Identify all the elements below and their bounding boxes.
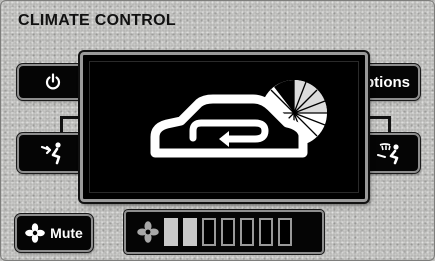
fan-speed-segment[interactable] — [183, 218, 197, 246]
airflow-driver-button[interactable] — [17, 133, 89, 173]
connector-left-vert — [60, 116, 63, 134]
mute-button-label: Mute — [50, 225, 83, 241]
fan-speed-segment[interactable] — [202, 218, 216, 246]
fan-speed-segment[interactable] — [259, 218, 273, 246]
power-button[interactable] — [17, 64, 89, 100]
fan-speed-bar[interactable] — [124, 210, 324, 254]
connector-left — [60, 116, 82, 119]
fan-speed-segment[interactable] — [221, 218, 235, 246]
page-title: CLIMATE CONTROL — [18, 12, 176, 29]
mute-button[interactable]: Mute — [15, 214, 93, 252]
fan-speed-segment[interactable] — [240, 218, 254, 246]
seated-airflow-icon — [40, 142, 61, 165]
fan-speed-segment[interactable] — [164, 218, 178, 246]
defrost-seated-icon — [377, 143, 399, 165]
connector-right-vert — [388, 116, 391, 134]
fan-speed-segment[interactable] — [278, 218, 292, 246]
fan-icon — [25, 223, 45, 243]
fan-speed-icon — [137, 221, 159, 243]
recirculation-popup — [80, 52, 368, 202]
connector-right — [368, 116, 390, 119]
recirculate-car-icon — [150, 80, 327, 158]
power-icon — [45, 73, 61, 90]
